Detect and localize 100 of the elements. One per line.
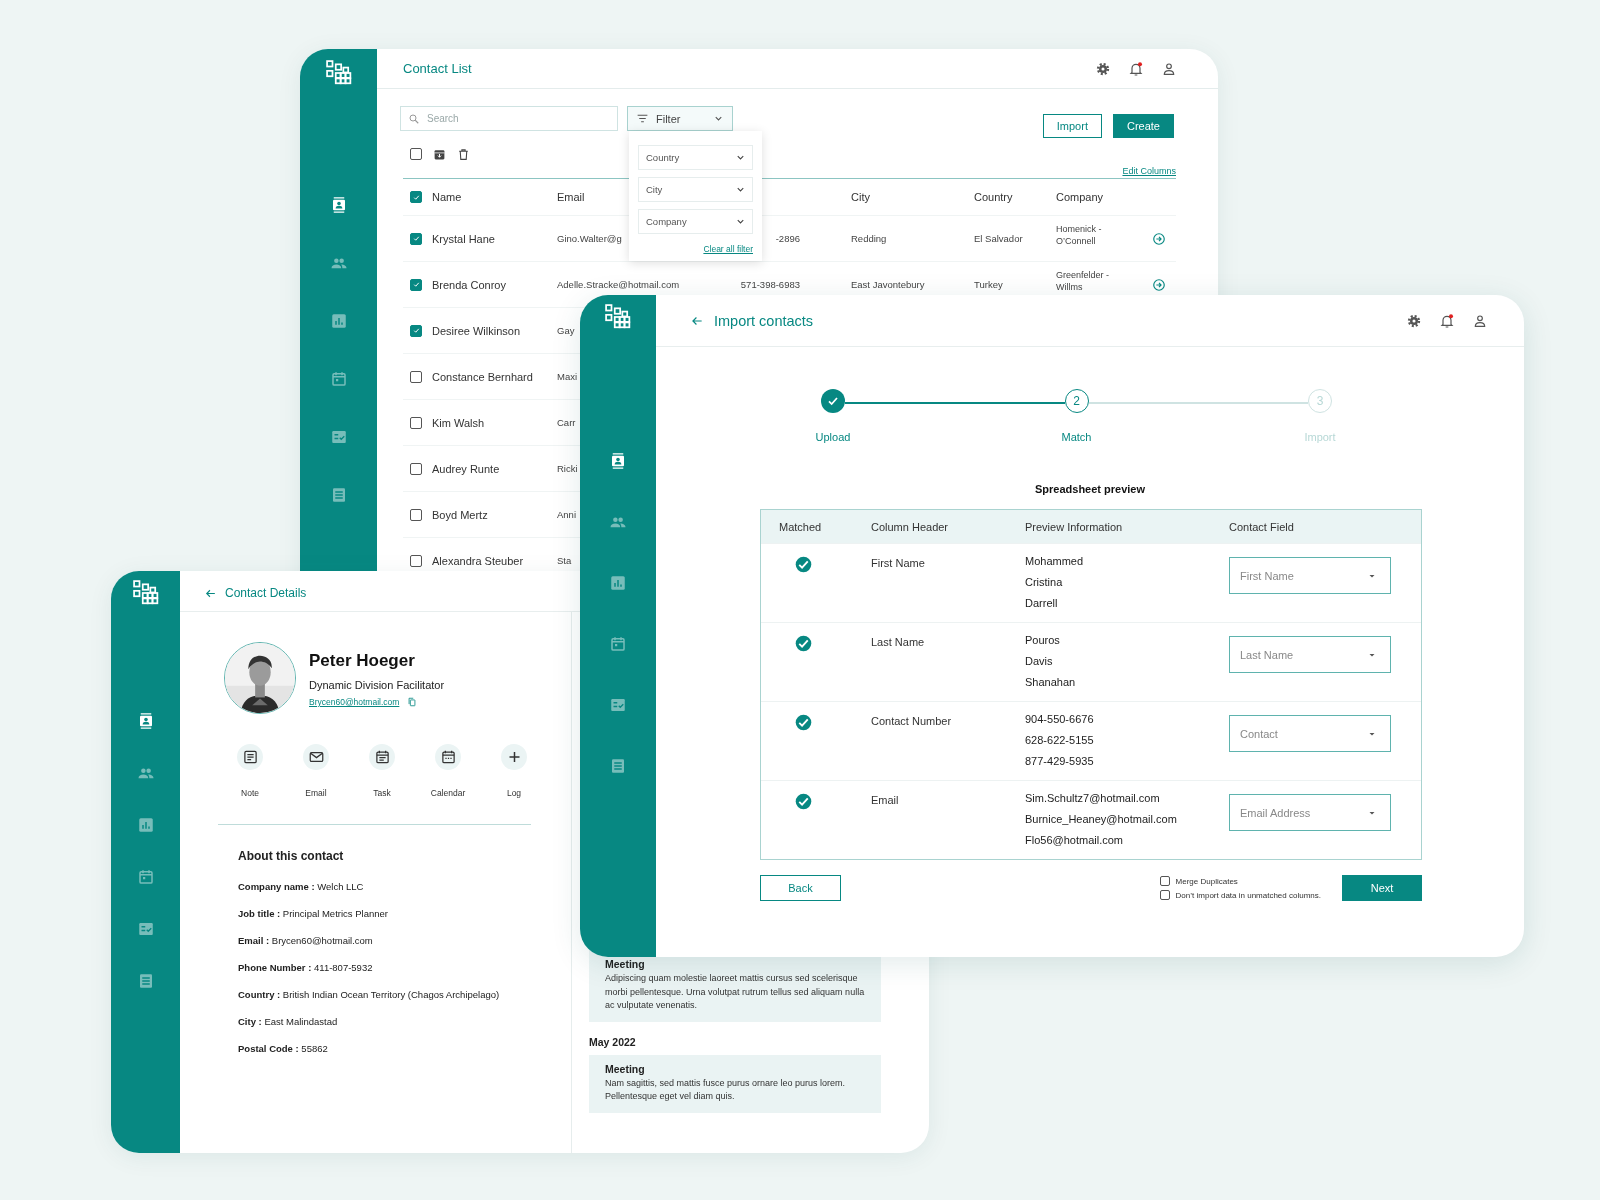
action-button[interactable]: Email: [286, 744, 346, 798]
action-button[interactable]: Calendar: [418, 744, 478, 798]
contact-field: Country : British Indian Ocean Territory (Chagos Archipelago): [238, 986, 571, 1013]
column-name: Contact Number: [871, 714, 953, 729]
user-icon[interactable]: [1161, 60, 1177, 77]
email-cell: Gay: [557, 325, 575, 336]
column-header: City: [851, 191, 870, 203]
city-cell: East Javontebury: [851, 279, 925, 290]
contact-field: City : East Malindastad: [238, 1013, 571, 1040]
filter-select[interactable]: Country: [638, 145, 753, 170]
settings-icon[interactable]: [1095, 60, 1111, 77]
checkmark-icon: [411, 280, 421, 289]
checkbox[interactable]: [410, 508, 422, 521]
contact-name: Krystal Hane: [432, 232, 495, 245]
logo-icon[interactable]: [132, 580, 159, 606]
column-name: Last Name: [871, 635, 926, 650]
edit-columns-link[interactable]: Edit Columns: [1122, 166, 1176, 176]
step-label: Upload: [815, 431, 851, 443]
note-icon: [242, 749, 258, 765]
checklist-icon[interactable]: [136, 920, 155, 938]
logo-icon[interactable]: [325, 60, 352, 86]
mail-icon: [308, 749, 324, 765]
calendar-icon: [440, 749, 456, 765]
contact-name: Constance Bernhard: [432, 370, 533, 383]
step-number: 3: [1308, 389, 1332, 413]
checkbox[interactable]: [1159, 890, 1170, 900]
email-cell: Sta: [557, 555, 572, 566]
email-cell: Gino.Walter@g: [557, 233, 622, 244]
import-button[interactable]: Import: [1042, 114, 1102, 138]
preview-value: Burnice_Heaney@hotmail.com: [1025, 812, 1177, 827]
country-cell: El Salvador: [974, 233, 1023, 244]
arrow-circle-icon[interactable]: [1152, 231, 1166, 246]
select-field[interactable]: First Name: [1229, 557, 1391, 594]
checkbox[interactable]: [410, 462, 422, 475]
checkbox[interactable]: [1159, 876, 1170, 886]
contact-field: Job title : Principal Metrics Planner: [238, 905, 571, 932]
filter-button[interactable]: Filter: [627, 106, 733, 131]
preview-value: Cristina: [1025, 575, 1063, 590]
contact-name: Kim Walsh: [432, 416, 485, 429]
column-header: Email: [557, 191, 585, 203]
checkbox[interactable]: [410, 416, 422, 429]
archive-icon[interactable]: [433, 147, 446, 161]
search-field[interactable]: Search: [400, 106, 618, 131]
clear-filter-link[interactable]: Clear all filter: [703, 244, 753, 254]
checkbox[interactable]: [410, 191, 422, 203]
bell-icon[interactable]: [1128, 60, 1144, 77]
preview-value: 877-429-5935: [1025, 754, 1094, 769]
column-header: Company: [1056, 191, 1104, 203]
arrow-circle-icon[interactable]: [1152, 277, 1166, 292]
checkbox-label: Merge Duplicates: [1175, 876, 1238, 886]
phone-cell: 571-398-6983: [740, 279, 800, 290]
checkbox[interactable]: [410, 324, 422, 337]
preview-value: Pouros: [1025, 633, 1060, 648]
contact-name: Desiree Wilkinson: [432, 324, 521, 337]
step-number: 2: [1064, 389, 1089, 413]
select-field[interactable]: Contact: [1229, 715, 1391, 752]
section-title: Spreadsheet preview: [1033, 483, 1147, 495]
checkbox[interactable]: [410, 148, 422, 160]
checkbox[interactable]: [410, 232, 422, 245]
contact-name: Alexandra Steuber: [432, 554, 524, 567]
checkmark-icon: [411, 234, 421, 243]
filter-select[interactable]: City: [638, 177, 753, 202]
column-header: Matched: [779, 520, 823, 533]
checkbox[interactable]: [410, 554, 422, 567]
action-button[interactable]: Task: [352, 744, 412, 798]
back-button[interactable]: Back: [760, 875, 841, 901]
bell-icon[interactable]: [1439, 312, 1455, 329]
email-link[interactable]: Brycen60@hotmail.com: [309, 697, 400, 707]
select-field[interactable]: Email Address: [1229, 794, 1391, 831]
section-title: About this contact: [238, 849, 345, 863]
phone-cell: -2896: [775, 233, 800, 244]
settings-icon[interactable]: [1406, 312, 1422, 329]
filter-icon: [636, 112, 649, 125]
contact-field: Company name : Welch LLC: [238, 878, 571, 905]
checkbox[interactable]: [410, 370, 422, 383]
column-header: Column Header: [871, 520, 950, 533]
select-field[interactable]: Last Name: [1229, 636, 1391, 673]
next-button[interactable]: Next: [1342, 875, 1422, 901]
action-button[interactable]: Note: [220, 744, 280, 798]
checklist-icon[interactable]: [609, 696, 627, 714]
checklist-icon[interactable]: [329, 428, 348, 446]
checkbox[interactable]: [410, 278, 422, 291]
checkbox-label: Don’t import data in unmatched columns.: [1175, 890, 1321, 900]
column-header: Country: [974, 191, 1013, 203]
activity-title: Meeting: [605, 958, 646, 970]
preview-value: Flo56@hotmail.com: [1025, 833, 1123, 848]
contact-card-icon[interactable]: [609, 452, 627, 470]
email-cell: Anni: [557, 509, 576, 520]
user-icon[interactable]: [1472, 312, 1488, 329]
column-name: Email: [871, 793, 900, 808]
create-button[interactable]: Create: [1112, 114, 1174, 138]
step-label: Match: [1061, 431, 1092, 443]
filter-select[interactable]: Company: [638, 209, 753, 234]
checkmark-icon: [411, 326, 421, 335]
trash-icon[interactable]: [457, 147, 470, 161]
city-cell: Redding: [851, 233, 887, 244]
logo-icon[interactable]: [605, 304, 631, 330]
copy-icon[interactable]: [407, 697, 418, 707]
contact-name: Audrey Runte: [432, 462, 500, 475]
action-button[interactable]: Log: [484, 744, 544, 798]
